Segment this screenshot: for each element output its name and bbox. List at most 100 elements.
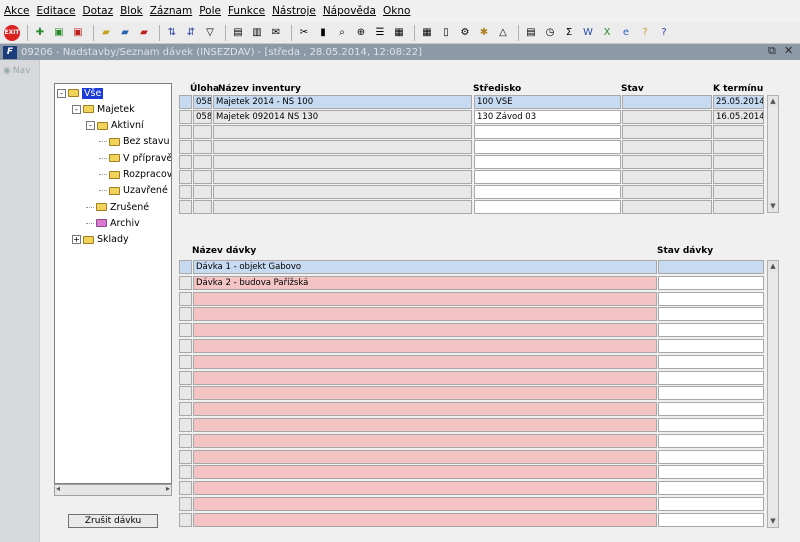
batch-name-cell[interactable]: [193, 307, 657, 322]
row-selector[interactable]: [179, 155, 192, 169]
batch-state-cell[interactable]: [658, 291, 764, 306]
inventory-cell-state[interactable]: [622, 155, 712, 169]
row-selector[interactable]: [179, 307, 192, 322]
inventory-cell-name[interactable]: Majetek 2014 - NS 100: [213, 95, 472, 109]
row-selector[interactable]: [179, 481, 192, 496]
menu-item[interactable]: Blok: [120, 5, 143, 17]
inventory-cell-state[interactable]: [622, 185, 712, 199]
batch-state-cell[interactable]: [658, 497, 764, 511]
batch-name-cell[interactable]: [193, 418, 657, 432]
row-selector[interactable]: [179, 95, 192, 109]
tree-node[interactable]: Rozpracovaná: [99, 168, 171, 182]
row-selector[interactable]: [179, 323, 192, 338]
inventory-cell-state[interactable]: [622, 95, 712, 109]
row-selector[interactable]: [179, 200, 192, 214]
excel-export-icon[interactable]: X: [599, 25, 615, 41]
batch-name-cell[interactable]: [193, 339, 657, 353]
inventory-cell-state[interactable]: [622, 110, 712, 124]
row-selector[interactable]: [179, 418, 192, 432]
scroll-up-icon[interactable]: ▲: [768, 261, 778, 272]
menu-item[interactable]: Editace: [37, 5, 76, 17]
batch-name-cell[interactable]: [193, 512, 657, 527]
batch-state-cell[interactable]: [658, 275, 764, 290]
batch-state-cell[interactable]: [658, 323, 764, 338]
inventory-cell-task[interactable]: 058: [193, 110, 212, 124]
tree-node[interactable]: Bez stavu: [99, 135, 170, 149]
row-selector[interactable]: [179, 170, 192, 184]
filter-icon[interactable]: ▽: [202, 25, 218, 41]
batch-state-cell[interactable]: [658, 307, 764, 322]
row-selector[interactable]: [179, 386, 192, 401]
scroll-right-icon[interactable]: ▸: [166, 484, 170, 493]
batch-state-cell[interactable]: [658, 449, 764, 464]
inventory-cell-due[interactable]: [713, 140, 764, 154]
row-selector[interactable]: [179, 260, 192, 274]
inventory-cell-due[interactable]: [713, 155, 764, 169]
warning-icon[interactable]: △: [495, 25, 511, 41]
new-record-icon[interactable]: ✚: [32, 25, 48, 41]
tree-expander-icon[interactable]: +: [72, 235, 81, 245]
batch-name-cell[interactable]: [193, 323, 657, 338]
cut-icon[interactable]: ✂: [296, 25, 312, 41]
inventory-cell-task[interactable]: [193, 170, 212, 184]
batch-name-cell[interactable]: Dávka 1 - objekt Gabovo: [193, 260, 657, 274]
row-selector[interactable]: [179, 370, 192, 385]
find-icon[interactable]: ⌕: [334, 25, 350, 41]
inventory-cell-center[interactable]: [474, 185, 621, 199]
exit-button[interactable]: EXIT: [4, 24, 20, 41]
inventory-cell-task[interactable]: [193, 200, 212, 214]
row-selector[interactable]: [179, 125, 192, 139]
nav-tab[interactable]: ◉ Nav: [3, 66, 30, 76]
tree-expander-icon[interactable]: -: [86, 121, 95, 131]
inventory-cell-name[interactable]: [213, 200, 472, 214]
word-export-icon[interactable]: W: [580, 25, 596, 41]
chart-icon[interactable]: ▤: [523, 25, 539, 41]
inventory-cell-task[interactable]: 058: [193, 95, 212, 109]
close-icon[interactable]: ✕: [784, 44, 793, 57]
copy-record-icon[interactable]: ▰: [117, 25, 133, 41]
help-icon[interactable]: ?: [637, 25, 653, 41]
batch-state-cell[interactable]: [658, 512, 764, 527]
row-selector[interactable]: [179, 512, 192, 527]
internet-icon[interactable]: e: [618, 25, 634, 41]
tree-node[interactable]: - Aktivní: [86, 119, 144, 133]
batch-name-cell[interactable]: [193, 481, 657, 496]
sort-desc-icon[interactable]: ⇵: [183, 25, 199, 41]
tree-node[interactable]: Archiv: [86, 216, 140, 230]
inventory-cell-name[interactable]: [213, 170, 472, 184]
inventory-cell-center[interactable]: [474, 140, 621, 154]
remove-record-icon[interactable]: ▰: [136, 25, 152, 41]
row-selector[interactable]: [179, 449, 192, 464]
batch-state-cell[interactable]: [658, 260, 764, 274]
document-icon[interactable]: ▯: [438, 25, 454, 41]
inventory-cell-center[interactable]: [474, 155, 621, 169]
row-selector[interactable]: [179, 140, 192, 154]
inventory-cell-center[interactable]: 100 VSE: [474, 95, 621, 109]
menu-item[interactable]: Záznam: [150, 5, 192, 17]
batch-name-cell[interactable]: [193, 370, 657, 385]
row-selector[interactable]: [179, 339, 192, 353]
scroll-down-icon[interactable]: ▼: [768, 201, 778, 212]
batch-state-cell[interactable]: [658, 418, 764, 432]
context-help-icon[interactable]: ?: [656, 25, 672, 41]
scroll-down-icon[interactable]: ▼: [768, 516, 778, 527]
inventory-cell-state[interactable]: [622, 140, 712, 154]
inventory-cell-task[interactable]: [193, 125, 212, 139]
batch-name-cell[interactable]: [193, 449, 657, 464]
row-selector[interactable]: [179, 354, 192, 369]
list-icon[interactable]: ☰: [372, 25, 388, 41]
inventory-cell-task[interactable]: [193, 140, 212, 154]
menu-item[interactable]: Okno: [383, 5, 410, 17]
tree-node[interactable]: - Vše: [57, 86, 104, 100]
inventory-cell-due[interactable]: [713, 170, 764, 184]
tools-icon[interactable]: ✱: [476, 25, 492, 41]
inventory-cell-name[interactable]: [213, 125, 472, 139]
inventory-cell-center[interactable]: [474, 125, 621, 139]
batch-name-cell[interactable]: [193, 497, 657, 511]
tree-expander-icon[interactable]: -: [72, 104, 81, 114]
sum-icon[interactable]: Σ: [561, 25, 577, 41]
row-selector[interactable]: [179, 185, 192, 199]
batch-name-cell[interactable]: [193, 386, 657, 401]
menu-item[interactable]: Pole: [199, 5, 221, 17]
batches-scrollbar[interactable]: ▲ ▼: [767, 260, 779, 528]
